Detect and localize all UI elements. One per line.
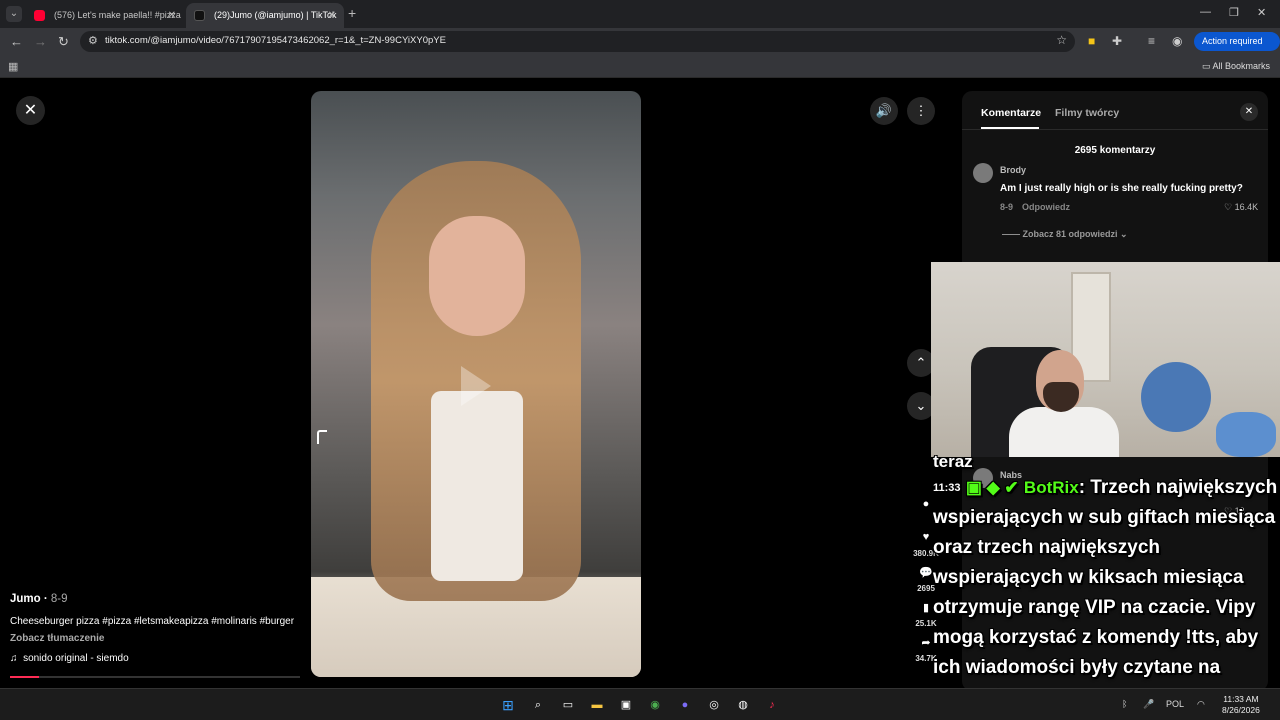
new-tab-button[interactable]: + (348, 5, 356, 21)
action-required-label: Action required (1202, 36, 1263, 46)
microphone-icon[interactable]: 🎤 (1143, 699, 1154, 710)
chat-time: 11:33 (933, 482, 961, 494)
chat-previous-line: teraz (933, 452, 973, 471)
webcam-overlay (931, 262, 1280, 457)
reload-button[interactable]: ↻ (58, 34, 69, 50)
author-name: Jumo (10, 593, 41, 605)
youtube-icon (34, 10, 45, 21)
action-required-button[interactable]: Action required ⋮ (1194, 32, 1280, 65)
tiktok-icon (194, 10, 205, 21)
chat-username: BotRix (1023, 478, 1079, 498)
view-replies-button[interactable]: —— Zobacz 81 odpowiedzi ⌄ (1002, 229, 1128, 240)
video-date: 8-9 (50, 593, 68, 605)
close-panel-button[interactable]: ✕ (1240, 103, 1258, 121)
video-caption: Cheeseburger pizza #pizza #letsmakeapizz… (10, 616, 295, 627)
tab-paella[interactable]: (576) Let's make paella!! #pizza ✕ (26, 3, 184, 28)
discord-icon[interactable]: ● (676, 696, 694, 714)
minimize-button[interactable]: — (1200, 6, 1211, 18)
comment-text: Am I just really high or is she really f… (1000, 183, 1243, 194)
video-progress-fill (10, 676, 39, 678)
more-options-button[interactable]: ⋮ (907, 97, 935, 125)
tab-strip: ⌄ (576) Let's make paella!! #pizza ✕ (29… (0, 0, 1280, 28)
window-close-button[interactable]: ✕ (1257, 6, 1266, 19)
tab-title: (576) Let's make paella!! #pizza (54, 10, 181, 20)
chat-message-text: : Trzech największych wspierających w su… (933, 477, 1278, 708)
mouse-cursor (317, 430, 327, 444)
comment-like-count: 16.4K (1234, 202, 1259, 212)
wifi-icon[interactable]: ◠ (1197, 699, 1205, 710)
video-frame-face (429, 216, 525, 336)
profile-icon[interactable]: ◉ (1172, 34, 1182, 48)
back-button[interactable]: ← (10, 34, 23, 49)
view-replies-label: Zobacz 81 odpowiedzi (1022, 229, 1118, 239)
video-frame-top (431, 391, 523, 581)
clock-date: 8/26/2026 (1222, 705, 1260, 715)
bookmarks-bar: ▦ ▭ All Bookmarks (0, 55, 1280, 78)
restore-button[interactable]: ❐ (1229, 6, 1239, 19)
bluetooth-icon[interactable]: ᛒ (1122, 699, 1127, 709)
system-clock[interactable]: 11:33 AM 8/26/2026 (1222, 694, 1260, 716)
chat-message: 11:33 ▣ ◆ ✔ BotRix: Trzech największych … (933, 473, 1280, 713)
video-progress-bar[interactable] (10, 676, 300, 678)
chrome-icon[interactable]: ◉ (646, 696, 664, 714)
store-icon[interactable]: ▣ (617, 696, 635, 714)
toolbar: ← → ↻ ⚙ tiktok.com/@iamjumo/video/767179… (0, 28, 1280, 65)
comment-date: 8-9 (1000, 202, 1014, 212)
comment-like[interactable]: ♡ 16.4K (1224, 202, 1258, 213)
play-icon[interactable] (461, 366, 491, 406)
clock-time: 11:33 AM (1223, 694, 1259, 704)
all-bookmarks-label: All Bookmarks (1212, 61, 1270, 71)
search-icon[interactable]: ⌕ (529, 696, 547, 714)
tab-tiktok[interactable]: (29)Jumo (@iamjumo) | TikTok ✕ (186, 3, 344, 28)
tab-search-button[interactable]: ⌄ (6, 6, 22, 22)
extension-icon[interactable]: ■ (1088, 34, 1095, 48)
sound-name: sonido original - siemdo (23, 653, 129, 664)
close-video-button[interactable]: ✕ (16, 96, 45, 125)
apps-grid-icon[interactable]: ▦ (8, 60, 18, 73)
extensions-puzzle-icon[interactable]: ✚ (1112, 34, 1122, 48)
windows-taskbar: ⊞ ⌕ ▭ ▬ ▣ ◉ ● ◎ ◍ ♪ ᛒ 🎤 POL ◠ 11:33 AM 8/… (0, 688, 1280, 720)
close-tab-icon[interactable]: ✕ (328, 3, 336, 28)
obs-icon[interactable]: ◎ (705, 696, 723, 714)
steam-icon[interactable]: ◍ (734, 696, 752, 714)
media-controls-icon[interactable]: ≡ (1148, 34, 1155, 48)
file-explorer-icon[interactable]: ▬ (588, 696, 606, 714)
forward-button[interactable]: → (34, 34, 47, 49)
comment-username[interactable]: Brody (1000, 165, 1026, 175)
bookmark-star-icon[interactable]: ☆ (1056, 33, 1067, 47)
start-windows-icon[interactable]: ⊞ (499, 696, 517, 714)
close-tab-icon[interactable]: ✕ (168, 3, 176, 28)
site-info-icon[interactable]: ⚙ (88, 34, 98, 47)
avatar[interactable] (973, 163, 993, 183)
language-indicator[interactable]: POL (1166, 699, 1184, 709)
divider (962, 129, 1268, 130)
all-bookmarks-button[interactable]: ▭ All Bookmarks (1202, 61, 1270, 72)
tab-title: (29)Jumo (@iamjumo) | TikTok (214, 10, 337, 20)
comment-count-label: 2695 komentarzy (1074, 145, 1156, 156)
tiktok-app-icon[interactable]: ♪ (763, 696, 781, 714)
tab-creator-videos[interactable]: Filmy twórcy (1055, 107, 1119, 119)
video-author[interactable]: Jumo · 8-9 (10, 593, 68, 605)
stream-chat-overlay: teraz 11:33 ▣ ◆ ✔ BotRix: Trzech najwięk… (933, 451, 1280, 713)
volume-button[interactable]: 🔊 (870, 97, 898, 125)
address-bar[interactable]: ⚙ tiktok.com/@iamjumo/video/767179071954… (80, 31, 1075, 52)
see-translation-link[interactable]: Zobacz tłumaczenie (10, 633, 104, 644)
webcam-shirt (1009, 407, 1119, 457)
chat-badges-icons: ▣ ◆ ✔ (965, 478, 1019, 498)
video-player[interactable] (311, 91, 641, 677)
task-view-icon[interactable]: ▭ (559, 696, 577, 714)
url-text: tiktok.com/@iamjumo/video/76717907195473… (105, 35, 446, 46)
webcam-plush (1141, 362, 1211, 432)
reply-button[interactable]: Odpowiedz (1022, 202, 1070, 212)
tab-comments[interactable]: Komentarze (981, 107, 1041, 119)
sound-link[interactable]: ♫ sonido original - siemdo (10, 653, 129, 664)
